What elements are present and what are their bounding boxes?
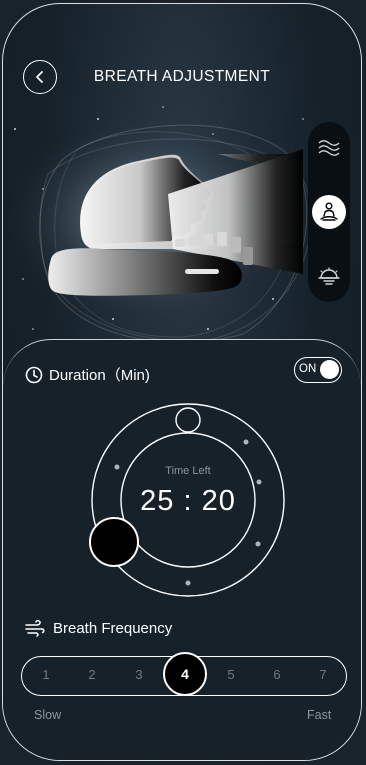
- duration-row: Duration（Min): [25, 364, 150, 385]
- frequency-level-5[interactable]: 5: [221, 667, 241, 682]
- slow-label: Slow: [34, 708, 62, 722]
- dial-handle[interactable]: [89, 517, 139, 567]
- frequency-level-7[interactable]: 7: [313, 667, 333, 682]
- clock-icon: [25, 366, 43, 383]
- time-left-caption: Time Left: [165, 465, 211, 477]
- frequency-row: Breath Frequency: [25, 619, 172, 637]
- fast-label: Fast: [307, 708, 332, 722]
- frequency-label: Breath Frequency: [53, 619, 173, 637]
- mode-meditation-button[interactable]: [312, 195, 346, 229]
- frequency-level-1[interactable]: 1: [36, 667, 56, 682]
- meditation-icon: [320, 202, 338, 221]
- mode-selector: [308, 122, 350, 302]
- frequency-level-6[interactable]: 6: [267, 667, 287, 682]
- frequency-selected-level[interactable]: 4: [163, 652, 207, 696]
- page-title: BREATH ADJUSTMENT: [93, 68, 271, 85]
- duration-toggle[interactable]: ON: [294, 357, 342, 383]
- control-panel: Duration（Min) ON Time Left 25 : 20 Breat…: [3, 339, 361, 760]
- toggle-knob: [320, 360, 339, 379]
- frequency-level-2[interactable]: 2: [82, 667, 102, 682]
- time-minutes: 25: [140, 485, 175, 517]
- waves-icon: [318, 140, 340, 156]
- header: BREATH ADJUSTMENT: [3, 60, 361, 96]
- time-remaining: 25 : 20: [88, 485, 288, 518]
- mode-sunrise-button[interactable]: [312, 260, 346, 294]
- phone-frame: BREATH ADJUSTMENT Duration（Min) ON Time …: [2, 3, 362, 761]
- wind-icon: [25, 619, 45, 637]
- frequency-slider[interactable]: 1 2 3 4 5 6 7: [21, 652, 347, 696]
- duration-label: Duration（Min): [49, 367, 150, 384]
- toggle-label: ON: [299, 363, 317, 375]
- frequency-level-3[interactable]: 3: [129, 667, 149, 682]
- time-separator: :: [183, 485, 193, 517]
- mode-waves-button[interactable]: [312, 131, 346, 165]
- time-seconds: 20: [201, 485, 236, 517]
- sunrise-icon: [318, 267, 340, 285]
